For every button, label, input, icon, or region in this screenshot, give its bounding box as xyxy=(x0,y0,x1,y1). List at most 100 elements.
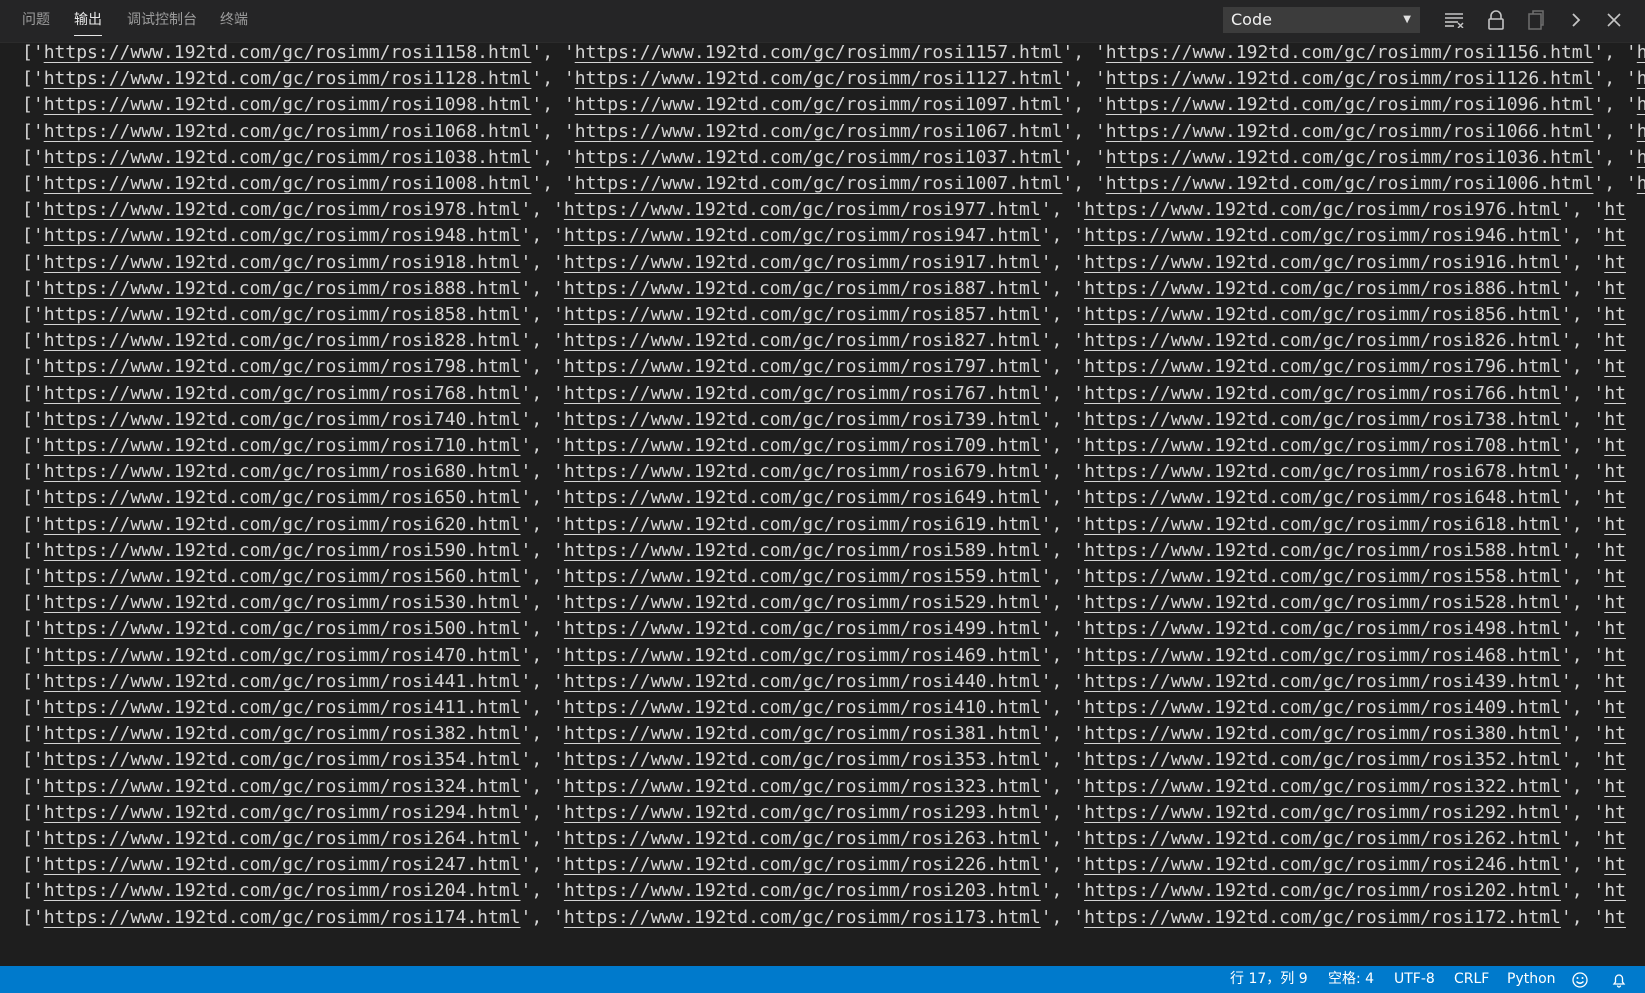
output-url-link[interactable]: https://www.192td.com/gc/rosimm/rosi678.… xyxy=(1084,461,1561,482)
output-url-link[interactable]: https://www.192td.com/gc/rosimm/rosi441.… xyxy=(44,671,521,692)
output-channel-select[interactable]: Code ▼ xyxy=(1223,7,1420,33)
output-url-link[interactable]: https://www.192td.com/gc/rosimm/rosi1157… xyxy=(575,42,1063,63)
output-url-link[interactable]: https://www.192td.com/gc/rosimm/rosi740.… xyxy=(44,409,521,430)
clear-output-icon[interactable] xyxy=(1440,6,1468,34)
open-in-editor-icon[interactable] xyxy=(1522,6,1550,34)
output-url-link[interactable]: https://www.192td.com/gc/rosimm/rosi292.… xyxy=(1084,802,1561,823)
output-url-link[interactable]: https://www.192td.com/gc/rosimm/rosi948.… xyxy=(44,225,521,246)
output-url-link[interactable]: ht xyxy=(1637,147,1645,168)
output-url-link[interactable]: https://www.192td.com/gc/rosimm/rosi1066… xyxy=(1106,121,1594,142)
notifications-bell-icon[interactable] xyxy=(1611,966,1627,993)
output-url-link[interactable]: https://www.192td.com/gc/rosimm/rosi1038… xyxy=(44,147,532,168)
output-url-link[interactable]: https://www.192td.com/gc/rosimm/rosi560.… xyxy=(44,566,521,587)
output-url-link[interactable]: https://www.192td.com/gc/rosimm/rosi1098… xyxy=(44,94,532,115)
output-url-link[interactable]: https://www.192td.com/gc/rosimm/rosi648.… xyxy=(1084,487,1561,508)
output-url-link[interactable]: https://www.192td.com/gc/rosimm/rosi767.… xyxy=(564,383,1041,404)
output-url-link[interactable]: ht xyxy=(1604,487,1626,508)
output-url-link[interactable]: ht xyxy=(1604,618,1626,639)
output-url-link[interactable]: ht xyxy=(1604,828,1626,849)
output-url-link[interactable]: https://www.192td.com/gc/rosimm/rosi797.… xyxy=(564,356,1041,377)
output-url-link[interactable]: https://www.192td.com/gc/rosimm/rosi246.… xyxy=(1084,854,1561,875)
status-indentation[interactable]: 空格: 4 xyxy=(1328,966,1374,993)
output-url-link[interactable]: https://www.192td.com/gc/rosimm/rosi590.… xyxy=(44,540,521,561)
output-url-link[interactable]: https://www.192td.com/gc/rosimm/rosi204.… xyxy=(44,880,521,901)
output-url-link[interactable]: https://www.192td.com/gc/rosimm/rosi380.… xyxy=(1084,723,1561,744)
output-url-link[interactable]: https://www.192td.com/gc/rosimm/rosi1158… xyxy=(44,42,532,63)
output-url-link[interactable]: https://www.192td.com/gc/rosimm/rosi796.… xyxy=(1084,356,1561,377)
tab-output[interactable]: 输出 xyxy=(74,0,102,40)
output-url-link[interactable]: https://www.192td.com/gc/rosimm/rosi1126… xyxy=(1106,68,1594,89)
output-url-link[interactable]: https://www.192td.com/gc/rosimm/rosi559.… xyxy=(564,566,1041,587)
output-url-link[interactable]: ht xyxy=(1604,540,1626,561)
output-url-link[interactable]: https://www.192td.com/gc/rosimm/rosi947.… xyxy=(564,225,1041,246)
output-url-link[interactable]: ht xyxy=(1637,173,1645,194)
output-url-link[interactable]: https://www.192td.com/gc/rosimm/rosi381.… xyxy=(564,723,1041,744)
output-url-link[interactable]: ht xyxy=(1604,723,1626,744)
output-url-link[interactable]: https://www.192td.com/gc/rosimm/rosi1008… xyxy=(44,173,532,194)
output-url-link[interactable]: https://www.192td.com/gc/rosimm/rosi530.… xyxy=(44,592,521,613)
output-url-link[interactable]: ht xyxy=(1604,592,1626,613)
output-url-link[interactable]: ht xyxy=(1637,121,1645,142)
output-url-link[interactable]: https://www.192td.com/gc/rosimm/rosi263.… xyxy=(564,828,1041,849)
lock-scroll-icon[interactable] xyxy=(1482,6,1510,34)
output-url-link[interactable]: ht xyxy=(1604,252,1626,273)
output-url-link[interactable]: https://www.192td.com/gc/rosimm/rosi264.… xyxy=(44,828,521,849)
output-url-link[interactable]: https://www.192td.com/gc/rosimm/rosi1067… xyxy=(575,121,1063,142)
output-url-link[interactable]: https://www.192td.com/gc/rosimm/rosi294.… xyxy=(44,802,521,823)
output-url-link[interactable]: https://www.192td.com/gc/rosimm/rosi917.… xyxy=(564,252,1041,273)
output-url-link[interactable]: https://www.192td.com/gc/rosimm/rosi470.… xyxy=(44,645,521,666)
output-url-link[interactable]: ht xyxy=(1604,461,1626,482)
output-url-link[interactable]: ht xyxy=(1604,802,1626,823)
output-url-link[interactable]: https://www.192td.com/gc/rosimm/rosi1006… xyxy=(1106,173,1594,194)
output-url-link[interactable]: https://www.192td.com/gc/rosimm/rosi439.… xyxy=(1084,671,1561,692)
output-url-link[interactable]: ht xyxy=(1604,776,1626,797)
output-url-link[interactable]: https://www.192td.com/gc/rosimm/rosi1036… xyxy=(1106,147,1594,168)
output-url-link[interactable]: ht xyxy=(1604,749,1626,770)
output-url-link[interactable]: https://www.192td.com/gc/rosimm/rosi529.… xyxy=(564,592,1041,613)
output-url-link[interactable]: https://www.192td.com/gc/rosimm/rosi469.… xyxy=(564,645,1041,666)
output-url-link[interactable]: https://www.192td.com/gc/rosimm/rosi262.… xyxy=(1084,828,1561,849)
close-icon[interactable] xyxy=(1600,6,1628,34)
output-url-link[interactable]: ht xyxy=(1604,330,1626,351)
output-url-link[interactable]: https://www.192td.com/gc/rosimm/rosi498.… xyxy=(1084,618,1561,639)
output-url-link[interactable]: https://www.192td.com/gc/rosimm/rosi886.… xyxy=(1084,278,1561,299)
output-url-link[interactable]: https://www.192td.com/gc/rosimm/rosi440.… xyxy=(564,671,1041,692)
chevron-right-icon[interactable] xyxy=(1562,6,1590,34)
output-url-link[interactable]: https://www.192td.com/gc/rosimm/rosi324.… xyxy=(44,776,521,797)
output-url-link[interactable]: https://www.192td.com/gc/rosimm/rosi202.… xyxy=(1084,880,1561,901)
output-url-link[interactable]: https://www.192td.com/gc/rosimm/rosi1007… xyxy=(575,173,1063,194)
output-url-link[interactable]: ht xyxy=(1637,42,1645,63)
output-url-link[interactable]: https://www.192td.com/gc/rosimm/rosi710.… xyxy=(44,435,521,456)
output-url-link[interactable]: https://www.192td.com/gc/rosimm/rosi409.… xyxy=(1084,697,1561,718)
output-url-link[interactable]: ht xyxy=(1604,199,1626,220)
output-url-link[interactable]: ht xyxy=(1604,304,1626,325)
output-url-link[interactable]: ht xyxy=(1604,435,1626,456)
output-url-link[interactable]: https://www.192td.com/gc/rosimm/rosi500.… xyxy=(44,618,521,639)
output-url-link[interactable]: https://www.192td.com/gc/rosimm/rosi353.… xyxy=(564,749,1041,770)
output-url-link[interactable]: https://www.192td.com/gc/rosimm/rosi650.… xyxy=(44,487,521,508)
output-url-link[interactable]: https://www.192td.com/gc/rosimm/rosi978.… xyxy=(44,199,521,220)
output-url-link[interactable]: https://www.192td.com/gc/rosimm/rosi173.… xyxy=(564,907,1041,928)
output-url-link[interactable]: https://www.192td.com/gc/rosimm/rosi649.… xyxy=(564,487,1041,508)
output-url-link[interactable]: https://www.192td.com/gc/rosimm/rosi680.… xyxy=(44,461,521,482)
output-url-link[interactable]: https://www.192td.com/gc/rosimm/rosi499.… xyxy=(564,618,1041,639)
output-url-link[interactable]: https://www.192td.com/gc/rosimm/rosi1156… xyxy=(1106,42,1594,63)
output-url-link[interactable]: ht xyxy=(1604,907,1626,928)
output-url-link[interactable]: https://www.192td.com/gc/rosimm/rosi528.… xyxy=(1084,592,1561,613)
output-url-link[interactable]: https://www.192td.com/gc/rosimm/rosi977.… xyxy=(564,199,1041,220)
tab-terminal[interactable]: 终端 xyxy=(220,0,248,40)
output-url-link[interactable]: ht xyxy=(1604,383,1626,404)
output-url-link[interactable]: ht xyxy=(1604,671,1626,692)
output-url-link[interactable]: https://www.192td.com/gc/rosimm/rosi768.… xyxy=(44,383,521,404)
output-url-link[interactable]: https://www.192td.com/gc/rosimm/rosi203.… xyxy=(564,880,1041,901)
output-url-link[interactable]: ht xyxy=(1604,854,1626,875)
output-url-link[interactable]: https://www.192td.com/gc/rosimm/rosi411.… xyxy=(44,697,521,718)
output-url-link[interactable]: https://www.192td.com/gc/rosimm/rosi856.… xyxy=(1084,304,1561,325)
output-url-link[interactable]: https://www.192td.com/gc/rosimm/rosi738.… xyxy=(1084,409,1561,430)
output-url-link[interactable]: ht xyxy=(1604,514,1626,535)
output-url-link[interactable]: https://www.192td.com/gc/rosimm/rosi857.… xyxy=(564,304,1041,325)
output-url-link[interactable]: ht xyxy=(1604,880,1626,901)
output-url-link[interactable]: https://www.192td.com/gc/rosimm/rosi1068… xyxy=(44,121,532,142)
output-url-link[interactable]: https://www.192td.com/gc/rosimm/rosi322.… xyxy=(1084,776,1561,797)
tab-problems[interactable]: 问题 xyxy=(22,0,50,40)
